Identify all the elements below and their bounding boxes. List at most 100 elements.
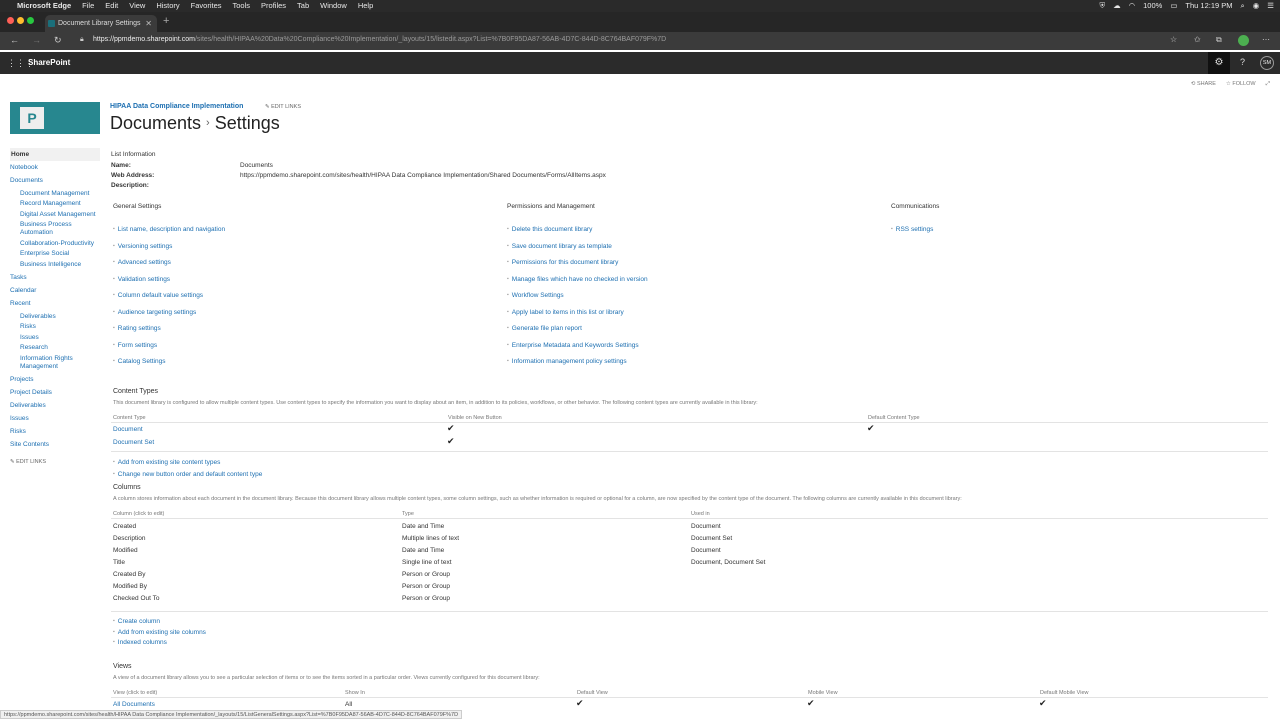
user-avatar[interactable]: SM: [1260, 56, 1274, 70]
close-tab-icon[interactable]: ✕: [145, 15, 152, 32]
site-logo[interactable]: P: [10, 102, 100, 134]
focus-content-icon[interactable]: ⤢: [1266, 81, 1270, 88]
site-title-link[interactable]: HIPAA Data Compliance Implementation: [110, 103, 243, 110]
link-versioning-settings[interactable]: Versioning settings: [113, 243, 173, 250]
clock[interactable]: Thu 12:19 PM: [1185, 0, 1232, 12]
nav-item-notebook[interactable]: Notebook: [10, 161, 100, 174]
link-enterprise-metadata-and-keywords-settings[interactable]: Enterprise Metadata and Keywords Setting…: [507, 342, 639, 349]
column-description[interactable]: Description: [113, 535, 146, 542]
breadcrumb-documents[interactable]: Documents: [110, 113, 201, 133]
link-add-from-existing-site-content-types[interactable]: Add from existing site content types: [113, 459, 221, 466]
link-form-settings[interactable]: Form settings: [113, 342, 157, 349]
nav-item-business-process-automation[interactable]: Business Process Automation: [10, 221, 100, 237]
menu-favorites[interactable]: Favorites: [191, 0, 222, 12]
lock-icon[interactable]: 🔒︎: [80, 36, 84, 44]
app-menu[interactable]: Microsoft Edge: [17, 0, 71, 12]
menu-tab[interactable]: Tab: [297, 0, 309, 12]
forward-icon[interactable]: →: [32, 35, 41, 45]
close-window-button[interactable]: [7, 17, 14, 24]
column-created-by[interactable]: Created By: [113, 571, 146, 578]
new-tab-button[interactable]: +: [163, 15, 169, 27]
nav-item-documents[interactable]: Documents: [10, 174, 100, 187]
settings-gear-icon[interactable]: ⚙: [1208, 52, 1230, 74]
minimize-window-button[interactable]: [17, 17, 24, 24]
nav-item-collaboration-productivity[interactable]: Collaboration-Productivity: [10, 240, 100, 248]
link-rating-settings[interactable]: Rating settings: [113, 325, 161, 332]
menu-file[interactable]: File: [82, 0, 94, 12]
nav-item-deliverables[interactable]: Deliverables: [10, 313, 100, 321]
nav-item-information-rights-management[interactable]: Information Rights Management: [10, 355, 100, 371]
wifi-icon[interactable]: ◠: [1129, 0, 1136, 12]
edit-links-left[interactable]: ✎ EDIT LINKS: [10, 459, 100, 465]
column-modified-by[interactable]: Modified By: [113, 583, 147, 590]
nav-item-research[interactable]: Research: [10, 344, 100, 352]
content-type-document-set[interactable]: Document Set: [113, 439, 154, 446]
link-audience-targeting-settings[interactable]: Audience targeting settings: [113, 309, 196, 316]
view-all-documents[interactable]: All Documents: [113, 701, 155, 708]
menu-history[interactable]: History: [156, 0, 179, 12]
column-title[interactable]: Title: [113, 559, 125, 566]
sharepoint-brand[interactable]: SharePoint: [28, 58, 70, 67]
nav-item-business-intelligence[interactable]: Business Intelligence: [10, 261, 100, 269]
browser-tab[interactable]: Document Library Settings ✕: [45, 15, 157, 32]
nav-item-home[interactable]: Home: [10, 148, 100, 161]
link-validation-settings[interactable]: Validation settings: [113, 276, 170, 283]
share-button[interactable]: ⟲ SHARE: [1191, 81, 1216, 88]
back-icon[interactable]: ←: [10, 35, 19, 45]
menu-window[interactable]: Window: [320, 0, 347, 12]
search-icon[interactable]: ⌕: [1241, 0, 1245, 12]
more-options-icon[interactable]: ⋯: [1262, 35, 1270, 44]
address-bar[interactable]: https://ppmdemo.sharepoint.com/sites/hea…: [93, 36, 666, 43]
nav-item-deliverables[interactable]: Deliverables: [10, 399, 100, 412]
edit-links-top[interactable]: ✎ EDIT LINKS: [265, 104, 301, 110]
zoom-window-button[interactable]: [27, 17, 34, 24]
link-create-column[interactable]: Create column: [113, 618, 160, 625]
nav-item-issues[interactable]: Issues: [10, 412, 100, 425]
battery-icon[interactable]: ▭: [1170, 0, 1177, 12]
nav-item-issues[interactable]: Issues: [10, 334, 100, 342]
nav-item-tasks[interactable]: Tasks: [10, 271, 100, 284]
cloud-icon[interactable]: ☁: [1113, 0, 1121, 12]
favorite-star-icon[interactable]: ☆: [1170, 35, 1177, 44]
menu-list-icon[interactable]: ☰: [1267, 0, 1274, 12]
nav-item-calendar[interactable]: Calendar: [10, 284, 100, 297]
shield-icon[interactable]: ⛨: [1099, 0, 1105, 12]
column-checked-out-to[interactable]: Checked Out To: [113, 595, 160, 602]
link-rss-settings[interactable]: RSS settings: [891, 226, 934, 233]
control-center-icon[interactable]: ◉: [1253, 0, 1260, 12]
nav-item-site-contents[interactable]: Site Contents: [10, 438, 100, 451]
nav-item-project-details[interactable]: Project Details: [10, 386, 100, 399]
menu-tools[interactable]: Tools: [233, 0, 251, 12]
link-add-from-existing-site-columns[interactable]: Add from existing site columns: [113, 629, 206, 636]
nav-item-enterprise-social[interactable]: Enterprise Social: [10, 250, 100, 258]
menu-help[interactable]: Help: [358, 0, 373, 12]
nav-item-record-management[interactable]: Record Management: [10, 200, 100, 208]
refresh-icon[interactable]: ↻: [54, 35, 62, 46]
link-indexed-columns[interactable]: Indexed columns: [113, 639, 167, 646]
follow-button[interactable]: ☆ FOLLOW: [1226, 81, 1256, 88]
link-information-management-policy-settings[interactable]: Information management policy settings: [507, 358, 627, 365]
profile-avatar[interactable]: [1238, 35, 1249, 46]
link-save-document-library-as-template[interactable]: Save document library as template: [507, 243, 612, 250]
link-list-name-description-and-navigation[interactable]: List name, description and navigation: [113, 226, 225, 233]
nav-item-document-management[interactable]: Document Management: [10, 190, 100, 198]
nav-item-risks[interactable]: Risks: [10, 425, 100, 438]
collections-icon[interactable]: ⧉: [1216, 35, 1222, 45]
menu-view[interactable]: View: [129, 0, 145, 12]
link-generate-file-plan-report[interactable]: Generate file plan report: [507, 325, 582, 332]
nav-item-digital-asset-management[interactable]: Digital Asset Management: [10, 211, 100, 219]
link-change-new-button-order-and-default-content-type[interactable]: Change new button order and default cont…: [113, 471, 263, 478]
content-type-document[interactable]: Document: [113, 426, 143, 433]
menu-profiles[interactable]: Profiles: [261, 0, 286, 12]
link-manage-files-which-have-no-checked-in-version[interactable]: Manage files which have no checked in ve…: [507, 276, 648, 283]
link-column-default-value-settings[interactable]: Column default value settings: [113, 292, 203, 299]
favorites-list-icon[interactable]: ✩: [1194, 35, 1201, 44]
menu-edit[interactable]: Edit: [105, 0, 118, 12]
link-advanced-settings[interactable]: Advanced settings: [113, 259, 171, 266]
nav-item-recent[interactable]: Recent: [10, 297, 100, 310]
app-launcher-icon[interactable]: ⋮⋮⋮: [7, 58, 34, 68]
link-delete-this-document-library[interactable]: Delete this document library: [507, 226, 593, 233]
link-catalog-settings[interactable]: Catalog Settings: [113, 358, 166, 365]
link-permissions-for-this-document-library[interactable]: Permissions for this document library: [507, 259, 619, 266]
nav-item-risks[interactable]: Risks: [10, 323, 100, 331]
